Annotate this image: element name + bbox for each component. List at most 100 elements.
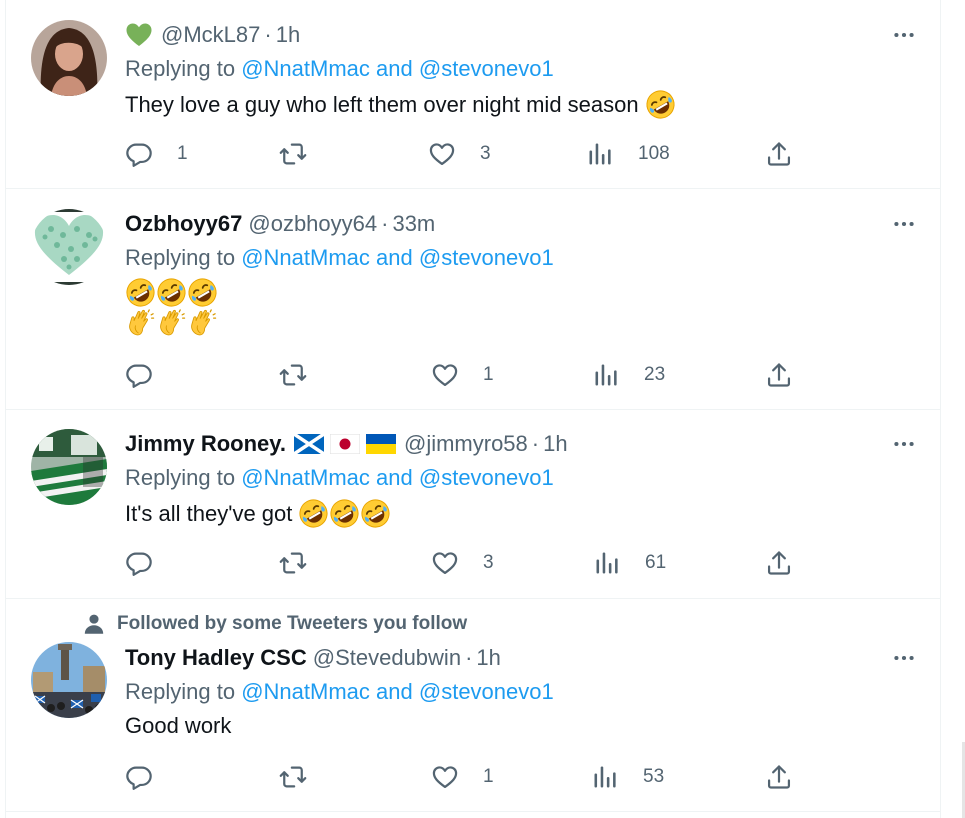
avatar[interactable] bbox=[31, 209, 107, 285]
reply-icon bbox=[125, 140, 153, 168]
views-icon bbox=[591, 763, 619, 791]
like-icon bbox=[431, 763, 459, 791]
tweet-stevedubwin[interactable]: Followed by some Tweeters you follow Ton… bbox=[6, 599, 941, 812]
avatar[interactable] bbox=[31, 20, 107, 96]
replying-to: Replying to @NnatMmac and @stevonevo1 bbox=[125, 244, 554, 272]
more-options-button[interactable] bbox=[889, 430, 919, 458]
like-button[interactable]: 3 bbox=[431, 547, 494, 579]
retweet-button[interactable] bbox=[279, 359, 307, 391]
share-icon bbox=[765, 361, 793, 389]
rofl-emoji-icon bbox=[360, 498, 391, 529]
tweet-text: Good work bbox=[125, 712, 231, 740]
replying-to: Replying to @NnatMmac and @stevonevo1 bbox=[125, 464, 554, 492]
views-icon bbox=[586, 140, 614, 168]
retweet-button[interactable] bbox=[279, 138, 307, 170]
share-button[interactable] bbox=[765, 138, 793, 170]
separator-dot: · bbox=[531, 431, 540, 456]
person-icon bbox=[81, 611, 107, 637]
timestamp[interactable]: 1h bbox=[276, 21, 300, 49]
tweet-mckl87[interactable]: @MckL87 · 1h Replying to @NnatMmac and @… bbox=[6, 0, 941, 189]
tweet-text: They love a guy who left them over night… bbox=[125, 89, 676, 120]
replies-timeline: @MckL87 · 1h Replying to @NnatMmac and @… bbox=[5, 0, 941, 818]
like-button[interactable]: 3 bbox=[428, 138, 491, 170]
reply-button[interactable] bbox=[125, 547, 153, 579]
like-icon bbox=[431, 549, 459, 577]
view-count: 108 bbox=[638, 143, 670, 164]
separator-dot: · bbox=[264, 22, 272, 47]
mention-joiner: and bbox=[376, 245, 413, 270]
timestamp[interactable]: 1h bbox=[476, 644, 500, 672]
mention-nnatmmac[interactable]: @NnatMmac bbox=[241, 245, 370, 270]
more-options-button[interactable] bbox=[889, 21, 919, 49]
rofl-emoji-icon bbox=[187, 277, 218, 308]
more-options-button[interactable] bbox=[889, 210, 919, 238]
clap-emoji-icon bbox=[187, 308, 218, 339]
views-icon bbox=[592, 361, 620, 389]
reply-button[interactable] bbox=[125, 761, 153, 793]
mention-stevonevo1[interactable]: @stevonevo1 bbox=[419, 679, 554, 704]
like-count: 3 bbox=[483, 552, 494, 573]
rofl-emoji-icon bbox=[156, 277, 187, 308]
view-count: 53 bbox=[643, 766, 665, 787]
share-button[interactable] bbox=[765, 359, 793, 391]
reply-count: 1 bbox=[177, 143, 188, 164]
scotland-flag-icon bbox=[293, 434, 324, 454]
rofl-emoji-icon bbox=[329, 498, 360, 529]
reply-icon bbox=[125, 361, 153, 389]
like-button[interactable]: 1 bbox=[431, 359, 494, 391]
avatar[interactable] bbox=[31, 429, 107, 505]
like-button[interactable]: 1 bbox=[431, 761, 494, 793]
emoji-row-clap bbox=[125, 308, 218, 339]
retweet-button[interactable] bbox=[279, 761, 307, 793]
separator-dot: · bbox=[465, 645, 473, 670]
tweet-ozbhoyy64[interactable]: Ozbhoyy67 @ozbhoyy64 · 33m Replying to @… bbox=[6, 189, 941, 410]
tweet-actions: 1 53 bbox=[125, 761, 805, 793]
views-button[interactable]: 61 bbox=[593, 547, 666, 579]
user-handle[interactable]: @Stevedubwin bbox=[313, 644, 461, 672]
mention-stevonevo1[interactable]: @stevonevo1 bbox=[419, 465, 554, 490]
user-handle[interactable]: @ozbhoyy64 bbox=[248, 210, 377, 238]
more-icon bbox=[891, 645, 917, 671]
display-name[interactable]: Ozbhoyy67 bbox=[125, 210, 242, 238]
like-count: 1 bbox=[483, 364, 494, 385]
views-button[interactable]: 108 bbox=[586, 138, 670, 170]
tweet-text bbox=[125, 277, 218, 339]
user-handle[interactable]: @jimmyro58 bbox=[404, 430, 528, 458]
retweet-button[interactable] bbox=[279, 547, 307, 579]
share-button[interactable] bbox=[765, 547, 793, 579]
display-name[interactable]: Tony Hadley CSC bbox=[125, 644, 307, 672]
mention-nnatmmac[interactable]: @NnatMmac bbox=[241, 465, 370, 490]
tweet-header: Ozbhoyy67 @ozbhoyy64 · 33m bbox=[125, 210, 435, 238]
mention-nnatmmac[interactable]: @NnatMmac bbox=[241, 56, 370, 81]
display-name[interactable]: Jimmy Rooney. bbox=[125, 430, 286, 458]
rofl-emoji-icon bbox=[298, 498, 329, 529]
tweet-actions: 1 23 bbox=[125, 359, 805, 391]
mention-joiner: and bbox=[376, 56, 413, 81]
views-button[interactable]: 53 bbox=[591, 761, 664, 793]
replying-to-label: Replying to bbox=[125, 245, 236, 270]
rofl-emoji-icon bbox=[645, 89, 676, 120]
views-button[interactable]: 23 bbox=[592, 359, 665, 391]
user-handle[interactable]: @MckL87 bbox=[161, 21, 260, 49]
reply-button[interactable] bbox=[125, 359, 153, 391]
green-heart-icon bbox=[125, 22, 153, 48]
avatar[interactable] bbox=[31, 642, 107, 718]
reply-button[interactable]: 1 bbox=[125, 138, 188, 170]
timestamp[interactable]: 1h bbox=[543, 430, 567, 458]
share-icon bbox=[765, 763, 793, 791]
share-icon bbox=[765, 140, 793, 168]
mention-nnatmmac[interactable]: @NnatMmac bbox=[241, 679, 370, 704]
more-options-button[interactable] bbox=[889, 644, 919, 672]
share-button[interactable] bbox=[765, 761, 793, 793]
like-count: 3 bbox=[480, 143, 491, 164]
tweet-jimmyro58[interactable]: Jimmy Rooney. @jimmyro58 · 1h Replying t… bbox=[6, 410, 941, 599]
mention-stevonevo1[interactable]: @stevonevo1 bbox=[419, 56, 554, 81]
mention-stevonevo1[interactable]: @stevonevo1 bbox=[419, 245, 554, 270]
replying-to: Replying to @NnatMmac and @stevonevo1 bbox=[125, 678, 554, 706]
tweet-text-content: Good work bbox=[125, 713, 232, 738]
like-icon bbox=[431, 361, 459, 389]
more-icon bbox=[891, 22, 917, 48]
timestamp[interactable]: 33m bbox=[392, 210, 435, 238]
replying-to-label: Replying to bbox=[125, 56, 236, 81]
tweet-header: @MckL87 · 1h bbox=[125, 21, 300, 49]
